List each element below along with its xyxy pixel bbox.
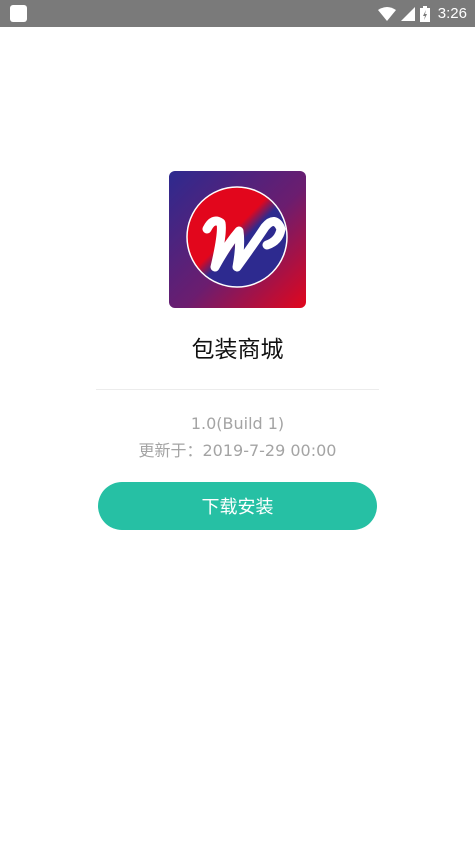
w-logo-icon	[169, 171, 306, 308]
app-notification-icon	[10, 5, 27, 22]
update-time-text: 更新于：2019-7-29 00:00	[138, 441, 337, 460]
version-text: 1.0(Build 1)	[190, 414, 285, 433]
status-icons: 3:26	[377, 0, 467, 27]
download-install-button[interactable]: 下载安装	[98, 482, 377, 530]
divider	[96, 389, 379, 390]
app-name: 包装商城	[191, 337, 284, 363]
wifi-icon	[377, 6, 396, 21]
signal-icon	[400, 6, 415, 21]
status-bar: 3:26	[0, 0, 475, 27]
app-logo	[169, 171, 306, 308]
status-time: 3:26	[437, 5, 467, 22]
battery-charging-icon	[419, 5, 430, 22]
